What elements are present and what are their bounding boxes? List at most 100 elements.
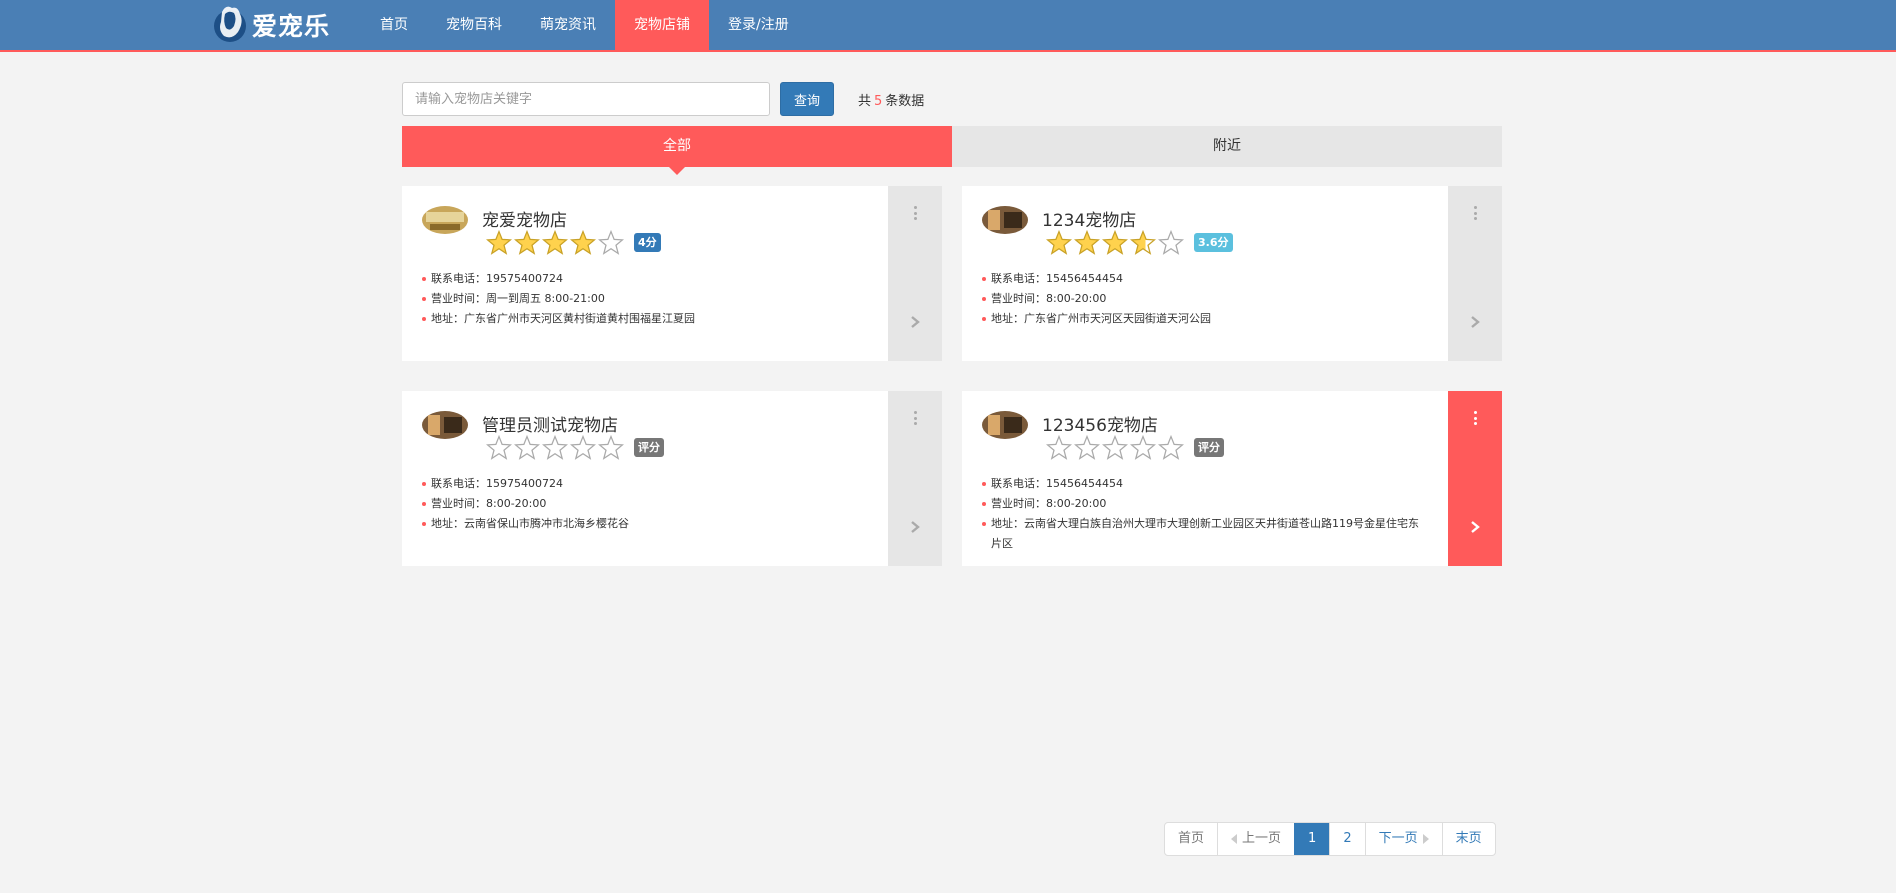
star-filled-icon bbox=[514, 230, 540, 255]
rating-badge: 评分 bbox=[634, 438, 664, 457]
page-number-current[interactable]: 1 bbox=[1294, 823, 1330, 855]
phone-row: 联系电话：19575400724 bbox=[422, 269, 862, 289]
phone-row: 联系电话：15456454454 bbox=[982, 474, 1422, 494]
address-value: 广东省广州市天河区黄村街道黄村围福星江夏园 bbox=[464, 312, 695, 325]
page-first[interactable]: 首页 bbox=[1165, 823, 1217, 855]
hours-label: 营业时间： bbox=[431, 292, 486, 305]
address-row: 地址：云南省保山市腾冲市北海乡樱花谷 bbox=[422, 514, 862, 534]
rating-stars: 3.6分 bbox=[1046, 230, 1233, 255]
star-filled-icon bbox=[1130, 230, 1156, 255]
more-vertical-icon[interactable] bbox=[913, 206, 917, 220]
star-empty-icon bbox=[514, 435, 540, 460]
rating-badge: 3.6分 bbox=[1194, 233, 1233, 252]
shop-card[interactable]: 1234宠物店 3.6分 联系电话：15456454454 营业时间：8:00-… bbox=[962, 186, 1502, 361]
phone-label: 联系电话： bbox=[431, 272, 486, 285]
result-suffix: 条数据 bbox=[885, 94, 925, 109]
hours-label: 营业时间： bbox=[991, 292, 1046, 305]
nav-login-register[interactable]: 登录/注册 bbox=[709, 0, 808, 50]
star-filled-icon bbox=[1102, 230, 1128, 255]
brand-name: 爱宠乐 bbox=[252, 12, 331, 41]
address-value: 云南省保山市腾冲市北海乡樱花谷 bbox=[464, 517, 629, 530]
chevron-right-icon[interactable] bbox=[908, 519, 922, 533]
star-empty-icon bbox=[598, 435, 624, 460]
page-number[interactable]: 2 bbox=[1329, 823, 1364, 855]
shop-name: 管理员测试宠物店 bbox=[482, 416, 618, 436]
card-side-panel[interactable] bbox=[1448, 186, 1502, 361]
star-empty-icon bbox=[1074, 435, 1100, 460]
star-empty-icon bbox=[486, 435, 512, 460]
main-nav: 首页 宠物百科 萌宠资讯 宠物店铺 登录/注册 bbox=[361, 0, 808, 50]
rating-stars: 4分 bbox=[486, 230, 661, 255]
shop-thumbnail bbox=[982, 411, 1028, 439]
more-vertical-icon[interactable] bbox=[1473, 206, 1477, 220]
star-empty-icon bbox=[570, 435, 596, 460]
card-side-panel[interactable] bbox=[888, 391, 942, 566]
card-side-panel[interactable] bbox=[888, 186, 942, 361]
active-tab-caret bbox=[669, 167, 685, 175]
shop-card[interactable]: 管理员测试宠物店 评分 联系电话：15975400724 营业时间：8:00-2… bbox=[402, 391, 942, 566]
tab-all[interactable]: 全部 bbox=[402, 126, 952, 175]
shop-info: 联系电话：15456454454 营业时间：8:00-20:00 地址：广东省广… bbox=[982, 269, 1422, 329]
phone-row: 联系电话：15456454454 bbox=[982, 269, 1422, 289]
address-label: 地址： bbox=[991, 312, 1024, 325]
rating-stars: 评分 bbox=[486, 435, 664, 460]
nav-pet-shops[interactable]: 宠物店铺 bbox=[615, 0, 709, 50]
shop-info: 联系电话：19575400724 营业时间：周一到周五 8:00-21:00 地… bbox=[422, 269, 862, 329]
more-vertical-icon[interactable] bbox=[913, 411, 917, 425]
address-value: 广东省广州市天河区天园街道天河公园 bbox=[1024, 312, 1211, 325]
nav-pet-encyclopedia[interactable]: 宠物百科 bbox=[427, 0, 521, 50]
shop-name: 1234宠物店 bbox=[1042, 211, 1137, 231]
shop-info: 联系电话：15456454454 营业时间：8:00-20:00 地址：云南省大… bbox=[982, 474, 1422, 554]
tab-nearby[interactable]: 附近 bbox=[952, 126, 1502, 167]
hours-row: 营业时间：8:00-20:00 bbox=[982, 494, 1422, 514]
address-label: 地址： bbox=[431, 517, 464, 530]
caret-left-icon bbox=[1231, 834, 1238, 844]
shop-card[interactable]: 123456宠物店 评分 联系电话：15456454454 营业时间：8:00-… bbox=[962, 391, 1502, 566]
tab-nearby-label: 附近 bbox=[1213, 138, 1241, 154]
result-number: 5 bbox=[874, 94, 883, 109]
address-row: 地址：广东省广州市天河区天园街道天河公园 bbox=[982, 309, 1422, 329]
chevron-right-icon[interactable] bbox=[1468, 519, 1482, 533]
chevron-right-icon[interactable] bbox=[1468, 314, 1482, 328]
star-empty-icon bbox=[598, 230, 624, 255]
shop-search-input[interactable] bbox=[402, 82, 770, 116]
star-filled-icon bbox=[542, 230, 568, 255]
address-row: 地址：云南省大理白族自治州大理市大理创新工业园区天井街道苍山路119号金星住宅东… bbox=[982, 514, 1422, 554]
page-next-label: 下一页 bbox=[1378, 831, 1418, 846]
tab-all-label: 全部 bbox=[663, 138, 691, 154]
page-last[interactable]: 末页 bbox=[1441, 823, 1495, 855]
phone-label: 联系电话： bbox=[431, 477, 486, 490]
page-next[interactable]: 下一页 bbox=[1364, 823, 1442, 855]
pagination: 首页 上一页 1 2 下一页 末页 bbox=[1164, 822, 1496, 856]
phone-value: 15456454454 bbox=[1046, 272, 1123, 285]
chevron-right-icon[interactable] bbox=[908, 314, 922, 328]
address-value: 云南省大理白族自治州大理市大理创新工业园区天井街道苍山路119号金星住宅东片区 bbox=[991, 517, 1419, 550]
nav-home[interactable]: 首页 bbox=[361, 0, 427, 50]
more-vertical-icon[interactable] bbox=[1473, 411, 1477, 425]
star-empty-icon bbox=[1158, 435, 1184, 460]
caret-right-icon bbox=[1422, 834, 1429, 844]
rating-badge: 评分 bbox=[1194, 438, 1224, 457]
hours-value: 8:00-20:00 bbox=[1046, 497, 1107, 510]
hours-value: 8:00-20:00 bbox=[1046, 292, 1107, 305]
result-count: 共 5 条数据 bbox=[858, 90, 924, 109]
shop-name: 宠爱宠物店 bbox=[482, 211, 567, 231]
hours-label: 营业时间： bbox=[991, 497, 1046, 510]
shop-card[interactable]: 宠爱宠物店 4分 联系电话：19575400724 营业时间：周一到周五 8:0… bbox=[402, 186, 942, 361]
address-label: 地址： bbox=[991, 517, 1024, 530]
card-side-panel[interactable] bbox=[1448, 391, 1502, 566]
nav-pet-news[interactable]: 萌宠资讯 bbox=[521, 0, 615, 50]
page-prev[interactable]: 上一页 bbox=[1217, 823, 1294, 855]
hours-value: 8:00-20:00 bbox=[486, 497, 547, 510]
address-label: 地址： bbox=[431, 312, 464, 325]
brand-logo[interactable]: 爱宠乐 bbox=[212, 3, 330, 47]
star-filled-icon bbox=[1074, 230, 1100, 255]
star-empty-icon bbox=[1102, 435, 1128, 460]
star-filled-icon bbox=[486, 230, 512, 255]
hours-value: 周一到周五 8:00-21:00 bbox=[486, 292, 605, 305]
top-navbar: 爱宠乐 首页 宠物百科 萌宠资讯 宠物店铺 登录/注册 bbox=[0, 0, 1896, 52]
star-empty-icon bbox=[1158, 230, 1184, 255]
search-button[interactable]: 查询 bbox=[780, 82, 834, 116]
phone-value: 15456454454 bbox=[1046, 477, 1123, 490]
page-prev-label: 上一页 bbox=[1242, 831, 1282, 846]
